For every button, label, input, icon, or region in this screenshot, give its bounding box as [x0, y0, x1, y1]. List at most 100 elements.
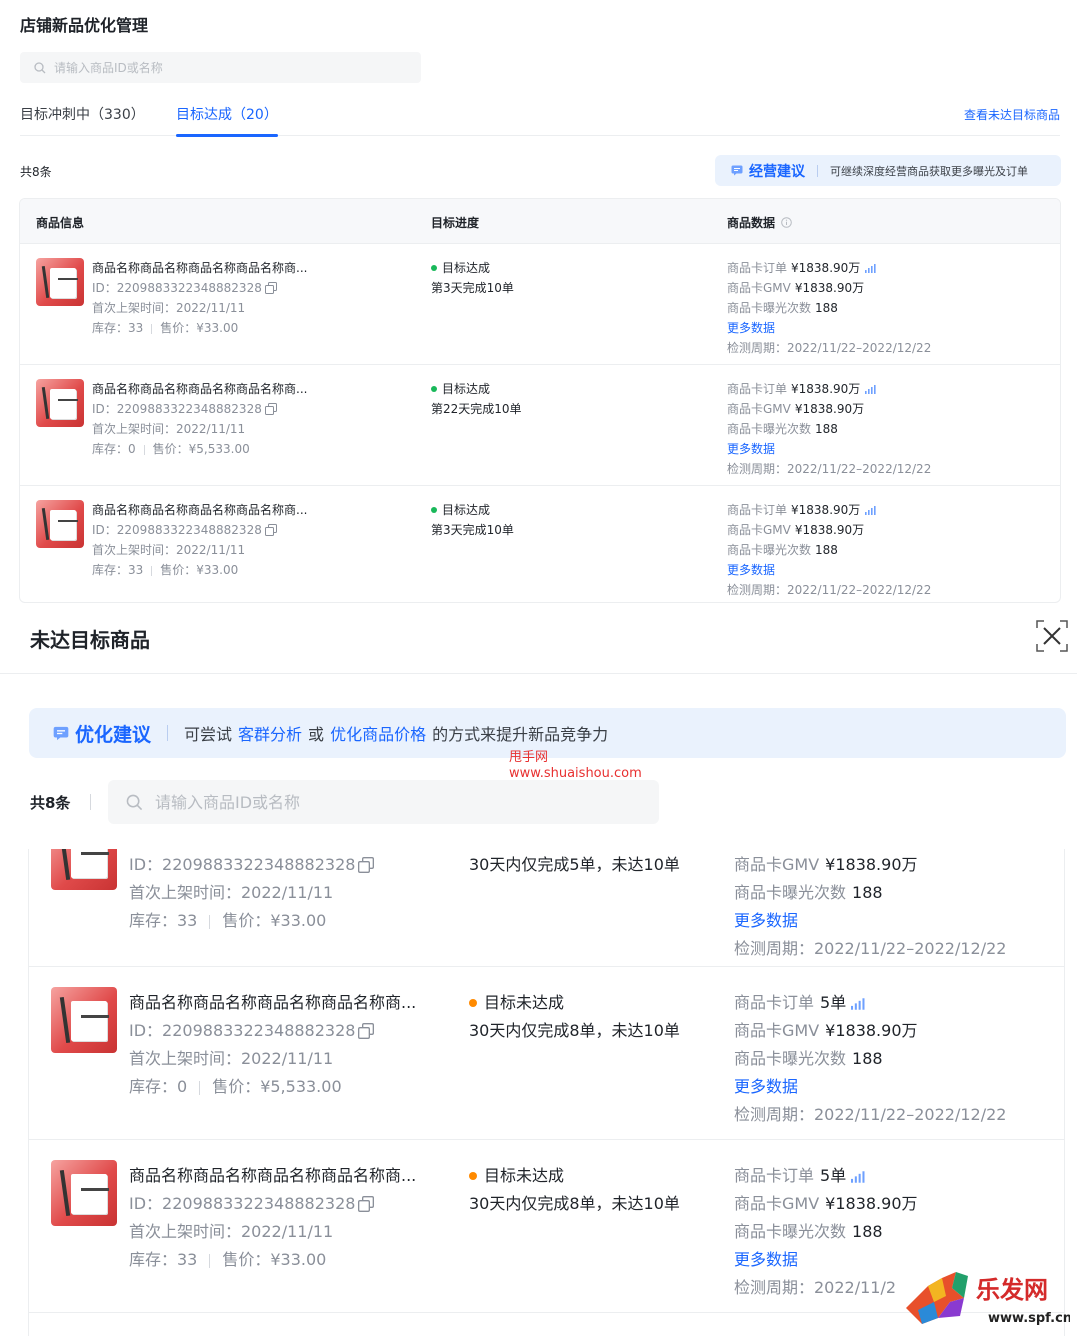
col-info: 商品信息 — [36, 216, 85, 230]
status-dot — [431, 506, 437, 513]
first-listed-time: 首次上架时间：2022/11/11 — [129, 1222, 334, 1241]
stock-price: 库存：0 售价：¥5,533.00 — [92, 442, 250, 456]
unachieved-list: ID：2209883322348882328 首次上架时间：2022/11/11… — [28, 849, 1065, 1336]
view-unachieved-link[interactable]: 查看未达目标商品 — [964, 106, 1060, 123]
search-box[interactable] — [108, 780, 659, 824]
stock-price: 库存：0 售价：¥5,533.00 — [129, 1077, 342, 1096]
stat-exposure: 商品卡曝光次数 188 — [727, 301, 838, 315]
stat-gmv: 商品卡GMV ¥1838.90万 — [727, 281, 865, 295]
message-icon — [731, 165, 743, 176]
trend-chart-icon[interactable] — [851, 1170, 865, 1183]
stat-gmv: 商品卡GMV ¥1838.90万 — [734, 1021, 918, 1040]
copy-icon[interactable] — [358, 1022, 375, 1039]
first-listed-time: 首次上架时间：2022/11/11 — [92, 422, 246, 436]
close-icon[interactable] — [1036, 620, 1068, 652]
message-icon — [53, 726, 69, 740]
product-name[interactable]: 商品名称商品名称商品名称商品名称商... — [129, 989, 416, 1013]
status-dot — [431, 385, 437, 392]
stat-orders: 商品卡订单 5单 — [734, 989, 865, 1013]
search-input[interactable] — [54, 60, 394, 75]
stat-exposure: 商品卡曝光次数 188 — [727, 543, 838, 557]
more-data-link[interactable]: 更多数据 — [727, 319, 775, 336]
trend-chart-icon[interactable] — [865, 385, 876, 394]
search-box[interactable] — [20, 52, 421, 83]
first-listed-time: 首次上架时间：2022/11/11 — [92, 301, 246, 315]
product-table: 商品信息 目标进度 商品数据 商品名称商品名称商品名称商品名称商... ID：22… — [19, 198, 1061, 603]
check-period: 检测周期：2022/11/22–2022/12/22 — [727, 341, 932, 355]
product-id: ID：2209883322348882328 — [129, 1190, 375, 1214]
search-icon — [126, 794, 143, 810]
copy-icon[interactable] — [358, 856, 375, 873]
tab-in-progress[interactable]: 目标冲刺中（330） — [20, 104, 145, 136]
table-header: 商品信息 目标进度 商品数据 — [20, 199, 1060, 243]
status-detail: 30天内仅完成8单，未达10单 — [469, 1021, 680, 1040]
advice-desc: 可继续深度经营商品获取更多曝光及订单 — [830, 164, 1028, 178]
product-name[interactable]: 商品名称商品名称商品名称商品名称商... — [129, 1162, 416, 1186]
stat-exposure: 商品卡曝光次数 188 — [727, 422, 838, 436]
advice-title[interactable]: 优化建议 — [75, 720, 151, 747]
product-id: ID：2209883322348882328 — [129, 851, 375, 875]
product-id: ID：2209883322348882328 — [92, 521, 277, 538]
product-name[interactable]: 商品名称商品名称商品名称商品名称商... — [92, 259, 307, 276]
copy-icon[interactable] — [264, 523, 277, 536]
status-detail: 第3天完成10单 — [431, 523, 514, 537]
product-name[interactable]: 商品名称商品名称商品名称商品名称商... — [92, 380, 307, 397]
product-image[interactable] — [51, 987, 117, 1053]
table-row: 商品名称商品名称商品名称商品名称商... ID：22098833223488823… — [20, 485, 1060, 602]
product-image[interactable] — [51, 1160, 117, 1226]
product-image[interactable] — [36, 500, 84, 548]
trend-chart-icon[interactable] — [865, 264, 876, 273]
product-image[interactable] — [36, 258, 84, 306]
product-id: ID：2209883322348882328 — [92, 400, 277, 417]
total-count: 共8条 — [30, 794, 71, 812]
tab-achieved[interactable]: 目标达成（20） — [176, 104, 278, 137]
status-badge: 目标未达成 — [469, 1162, 564, 1186]
total-count: 共8条 — [20, 165, 52, 179]
customer-analysis-link[interactable]: 客群分析 — [238, 721, 302, 745]
stat-gmv: 商品卡GMV ¥1838.90万 — [727, 523, 865, 537]
divider — [817, 164, 818, 177]
stat-orders: 商品卡订单 5单 — [734, 1162, 865, 1186]
more-data-link[interactable]: 更多数据 — [734, 1073, 798, 1097]
stat-orders: 商品卡订单 ¥1838.90万 — [727, 259, 876, 276]
info-icon[interactable] — [781, 217, 793, 228]
stat-orders: 商品卡订单 ¥1838.90万 — [727, 501, 876, 518]
search-icon — [34, 61, 46, 73]
site-logo: 乐发网 www.spf.cn — [906, 1272, 1070, 1326]
first-listed-time: 首次上架时间：2022/11/11 — [129, 1049, 334, 1068]
stock-price: 库存：33 售价：¥33.00 — [92, 321, 239, 335]
svg-text:www.spf.cn: www.spf.cn — [988, 1311, 1070, 1326]
product-image[interactable] — [36, 379, 84, 427]
more-data-link[interactable]: 更多数据 — [727, 440, 775, 457]
status-dot — [469, 998, 477, 1007]
stock-price: 库存：33 售价：¥33.00 — [129, 1250, 327, 1269]
advice-text: 可尝试 — [184, 725, 233, 744]
stat-exposure: 商品卡曝光次数 188 — [734, 1049, 883, 1068]
stat-gmv: 商品卡GMV ¥1838.90万 — [727, 402, 865, 416]
more-data-link[interactable]: 更多数据 — [734, 907, 798, 931]
col-data: 商品数据 — [727, 214, 793, 231]
status-detail: 30天内仅完成5单，未达10单 — [469, 855, 680, 874]
copy-icon[interactable] — [264, 402, 277, 415]
stock-price: 库存：33 售价：¥33.00 — [92, 563, 239, 577]
optimize-price-link[interactable]: 优化商品价格 — [330, 721, 426, 745]
check-period: 检测周期：2022/11/22–2022/12/22 — [727, 583, 932, 597]
product-name[interactable]: 商品名称商品名称商品名称商品名称商... — [92, 501, 307, 518]
trend-chart-icon[interactable] — [865, 506, 876, 515]
search-input[interactable] — [155, 792, 635, 812]
copy-icon[interactable] — [358, 1195, 375, 1212]
check-period: 检测周期：2022/11/2 — [734, 1278, 897, 1297]
status-detail: 30天内仅完成8单，未达10单 — [469, 1194, 680, 1213]
product-image[interactable] — [51, 849, 117, 890]
more-data-link[interactable]: 更多数据 — [727, 561, 775, 578]
status-dot — [431, 264, 437, 271]
advice-title[interactable]: 经营建议 — [749, 161, 805, 181]
copy-icon[interactable] — [264, 281, 277, 294]
trend-chart-icon[interactable] — [851, 997, 865, 1010]
status-badge: 目标达成 — [431, 501, 490, 518]
unachieved-panel: 未达目标商品 优化建议 可尝试 客群分析 或 优化商品价格 的方式来提升新品竞争… — [0, 604, 1077, 1336]
status-detail: 第22天完成10单 — [431, 402, 522, 416]
more-data-link[interactable]: 更多数据 — [734, 1246, 798, 1270]
first-listed-time: 首次上架时间：2022/11/11 — [129, 883, 334, 902]
advice-text: 或 — [308, 725, 325, 744]
